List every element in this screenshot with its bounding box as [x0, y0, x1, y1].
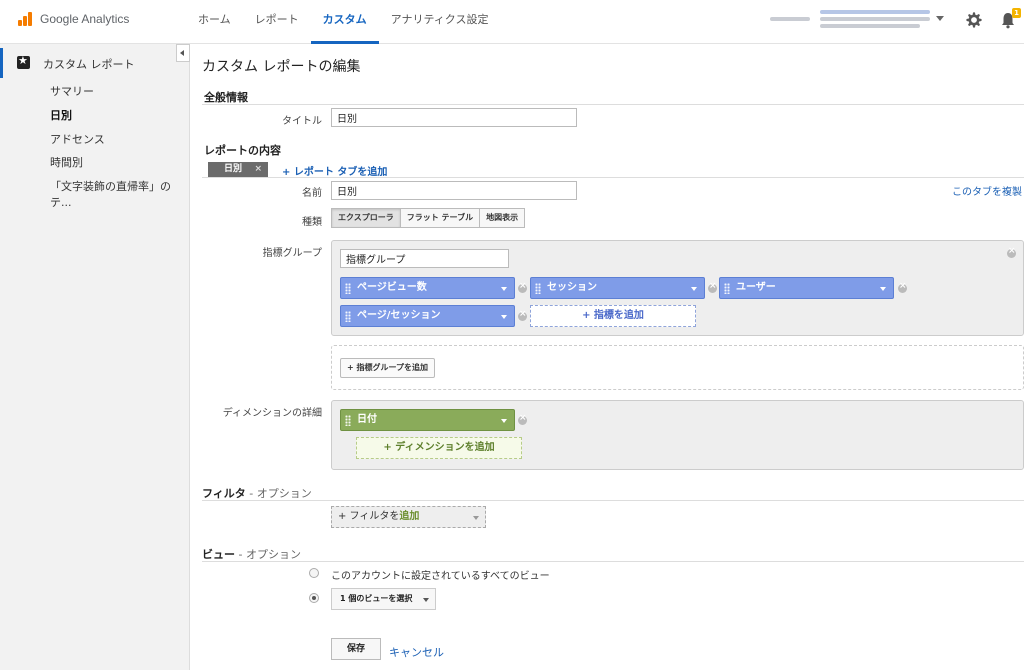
app-logo[interactable]: Google Analytics — [18, 11, 129, 27]
remove-metric-icon[interactable] — [708, 281, 717, 293]
divider — [202, 500, 1024, 501]
add-metric-group-button[interactable]: + 指標グループを追加 — [340, 358, 436, 378]
sidebar-item-daily[interactable]: 日別 — [50, 107, 72, 123]
report-type-group: エクスプローラ フラット テーブル 地図表示 — [331, 208, 526, 228]
main-content: カスタム レポートの編集 全般情報 タイトル レポートの内容 日別 × + レポ… — [190, 44, 1024, 670]
top-bar: Google Analytics ホーム レポート カスタム アナリティクス設定… — [0, 0, 1024, 44]
chevron-down-icon[interactable] — [691, 287, 697, 291]
view-section-title: ビュー - オプション — [202, 546, 301, 562]
metric-chip-label: ページ/セッション — [357, 310, 441, 321]
chevron-down-icon[interactable] — [501, 315, 507, 319]
analytics-logo-icon — [18, 11, 34, 27]
sidebar-collapse-button[interactable] — [176, 44, 190, 62]
dimension-label: ディメンションの詳細 — [222, 408, 322, 419]
account-caret-icon[interactable] — [936, 16, 944, 21]
type-label: 種類 — [302, 217, 322, 228]
notification-badge: 1 — [1012, 8, 1021, 18]
nav-home[interactable]: ホーム — [186, 0, 243, 44]
page-title: カスタム レポートの編集 — [202, 59, 361, 75]
chevron-down-icon[interactable] — [880, 287, 886, 291]
tab-name-input[interactable] — [331, 181, 577, 200]
drag-handle-icon[interactable] — [345, 311, 351, 322]
sidebar: カスタム レポート サマリー 日別 アドセンス 時間別 「文字装飾の直帰率」のテ… — [0, 44, 190, 670]
report-tab[interactable]: 日別 × — [208, 162, 268, 177]
metric-group-name-input[interactable] — [340, 249, 509, 268]
select-views-dropdown[interactable]: 1 個のビューを選択 — [331, 588, 436, 610]
all-views-radio[interactable] — [309, 568, 319, 578]
title-label: タイトル — [282, 116, 322, 127]
nav-admin[interactable]: アナリティクス設定 — [379, 0, 501, 44]
sidebar-header[interactable]: カスタム レポート — [0, 48, 190, 78]
sidebar-item-summary[interactable]: サマリー — [50, 83, 94, 99]
close-tab-icon[interactable]: × — [254, 162, 262, 177]
metric-chip-label: ユーザー — [736, 282, 776, 293]
metric-group-label: 指標グループ — [262, 248, 322, 259]
type-map-button[interactable]: 地図表示 — [479, 208, 526, 228]
chevron-down-icon — [423, 598, 429, 602]
add-filter-prefix: + フィルタを — [338, 511, 400, 522]
metric-chip-users[interactable]: ユーザー — [719, 277, 894, 299]
metric-chip-label: ページビュー数 — [357, 282, 427, 293]
account-switcher[interactable] — [770, 10, 930, 32]
add-filter-word: 追加 — [399, 511, 420, 522]
title-input[interactable] — [331, 108, 577, 127]
add-dimension-button[interactable]: + ディメンションを追加 — [356, 437, 522, 459]
dimension-chip-label: 日付 — [357, 414, 377, 425]
divider — [202, 177, 1024, 178]
add-metric-group-area: + 指標グループを追加 — [331, 345, 1024, 390]
remove-metric-group-icon[interactable] — [1007, 246, 1016, 258]
divider — [202, 104, 1024, 105]
main-nav: ホーム レポート カスタム アナリティクス設定 — [186, 0, 500, 44]
sidebar-item-adsense[interactable]: アドセンス — [50, 131, 105, 147]
name-label: 名前 — [302, 188, 322, 199]
metric-group-panel: ページビュー数 セッション ユーザー ページ/セッション + 指標を追加 — [331, 240, 1024, 336]
sidebar-item-hourly[interactable]: 時間別 — [50, 154, 83, 170]
copy-tab-link[interactable]: このタブを複製 — [952, 183, 1022, 198]
drag-handle-icon[interactable] — [345, 283, 351, 294]
filter-optional: - オプション — [245, 487, 312, 500]
metric-chip-sessions[interactable]: セッション — [530, 277, 705, 299]
drag-handle-icon[interactable] — [345, 415, 351, 426]
sidebar-item-bounce-test[interactable]: 「文字装飾の直帰率」のテ... — [50, 178, 189, 210]
report-tab-label: 日別 — [224, 164, 243, 174]
type-explorer-button[interactable]: エクスプローラ — [331, 208, 401, 228]
remove-metric-icon[interactable] — [518, 309, 527, 321]
general-section-title: 全般情報 — [204, 91, 248, 104]
metric-chip-label: セッション — [547, 282, 597, 293]
divider — [202, 561, 1024, 562]
all-views-label: このアカウントに設定されているすべてのビュー — [331, 571, 550, 582]
select-views-label: 1 個のビューを選択 — [340, 594, 413, 603]
chevron-down-icon — [473, 516, 479, 520]
remove-metric-icon[interactable] — [898, 281, 907, 293]
gear-icon[interactable] — [966, 12, 982, 28]
metric-chip-pageviews[interactable]: ページビュー数 — [340, 277, 515, 299]
filter-title: フィルタ — [202, 487, 246, 500]
dimension-panel: 日付 + ディメンションを追加 — [331, 400, 1024, 470]
nav-reports[interactable]: レポート — [243, 0, 311, 44]
star-icon — [17, 54, 30, 69]
select-views-radio[interactable] — [309, 593, 319, 603]
chevron-down-icon[interactable] — [501, 419, 507, 423]
metric-chip-pages-per-session[interactable]: ページ/セッション — [340, 305, 515, 327]
content-section-title: レポートの内容 — [204, 144, 281, 157]
app-name: Google Analytics — [40, 12, 130, 26]
chevron-down-icon[interactable] — [501, 287, 507, 291]
cancel-link[interactable]: キャンセル — [389, 644, 444, 660]
view-title: ビュー — [202, 548, 235, 561]
save-button[interactable]: 保存 — [331, 638, 381, 660]
add-report-tab-link[interactable]: + レポート タブを追加 — [282, 163, 387, 178]
remove-metric-icon[interactable] — [518, 281, 527, 293]
sidebar-header-label: カスタム レポート — [43, 58, 135, 71]
remove-dimension-icon[interactable] — [518, 413, 527, 425]
dimension-chip-date[interactable]: 日付 — [340, 409, 515, 431]
add-filter-dropdown[interactable]: + フィルタを追加 — [331, 506, 486, 528]
type-flat-table-button[interactable]: フラット テーブル — [399, 208, 481, 228]
add-metric-button[interactable]: + 指標を追加 — [530, 305, 696, 327]
nav-custom[interactable]: カスタム — [310, 0, 379, 44]
filter-section-title: フィルタ - オプション — [202, 485, 312, 501]
drag-handle-icon[interactable] — [535, 283, 541, 294]
drag-handle-icon[interactable] — [724, 283, 730, 294]
view-optional: - オプション — [235, 548, 301, 561]
